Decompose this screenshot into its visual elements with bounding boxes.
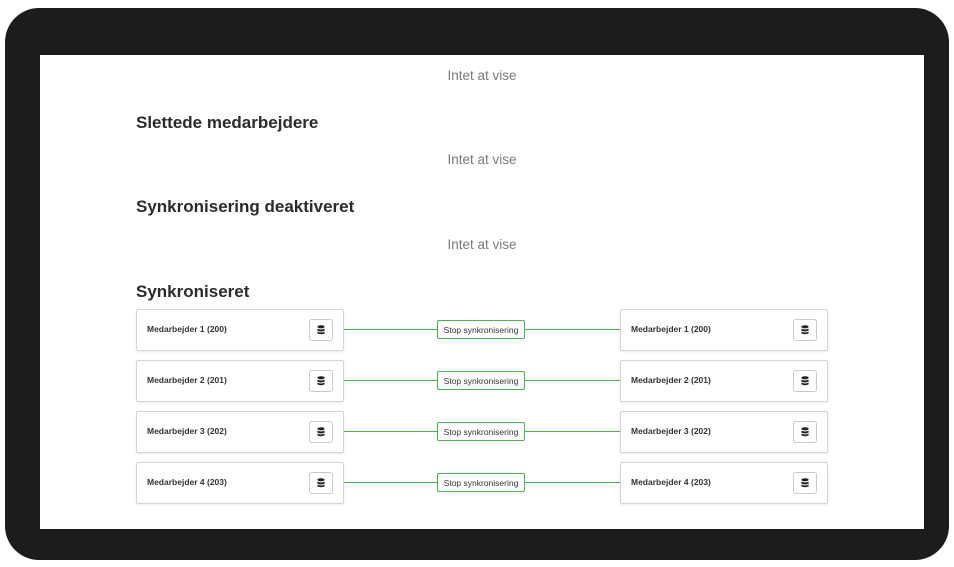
screen: Intet at vise Slettede medarbejdere Inte… <box>40 55 924 529</box>
device-frame: Intet at vise Slettede medarbejdere Inte… <box>5 8 949 560</box>
employee-name: Medarbejder 3 (202) <box>631 426 711 436</box>
database-icon <box>801 325 809 335</box>
employee-card-left: Medarbejder 3 (202) <box>136 411 344 453</box>
database-icon <box>317 427 325 437</box>
employee-card-left: Medarbejder 4 (203) <box>136 462 344 504</box>
database-button[interactable] <box>309 319 333 341</box>
database-icon <box>317 478 325 488</box>
database-button[interactable] <box>793 421 817 443</box>
sync-row: Medarbejder 4 (203) Stop synkronisering … <box>136 462 828 504</box>
database-button[interactable] <box>793 319 817 341</box>
employee-card-right: Medarbejder 1 (200) <box>620 309 828 351</box>
database-icon <box>801 427 809 437</box>
employee-name: Medarbejder 1 (200) <box>631 324 711 334</box>
empty-state-text: Intet at vise <box>447 68 517 83</box>
database-button[interactable] <box>309 370 333 392</box>
section-title-synced: Synkroniseret <box>136 282 250 301</box>
employee-name: Medarbejder 2 (201) <box>147 375 227 385</box>
empty-state-text: Intet at vise <box>447 152 517 167</box>
stop-sync-button[interactable]: Stop synkronisering <box>437 371 525 390</box>
employee-card-left: Medarbejder 2 (201) <box>136 360 344 402</box>
database-icon <box>801 478 809 488</box>
empty-state-text: Intet at vise <box>447 237 517 252</box>
sync-row: Medarbejder 1 (200) Stop synkronisering … <box>136 309 828 351</box>
section-title-deleted: Slettede medarbejdere <box>136 113 319 132</box>
database-icon <box>317 325 325 335</box>
database-button[interactable] <box>793 370 817 392</box>
employee-name: Medarbejder 4 (203) <box>147 477 227 487</box>
stop-sync-button[interactable]: Stop synkronisering <box>437 473 525 492</box>
sync-row: Medarbejder 2 (201) Stop synkronisering … <box>136 360 828 402</box>
employee-name: Medarbejder 4 (203) <box>631 477 711 487</box>
employee-name: Medarbejder 2 (201) <box>631 375 711 385</box>
sync-row: Medarbejder 3 (202) Stop synkronisering … <box>136 411 828 453</box>
database-button[interactable] <box>309 472 333 494</box>
employee-name: Medarbejder 1 (200) <box>147 324 227 334</box>
employee-card-right: Medarbejder 4 (203) <box>620 462 828 504</box>
database-button[interactable] <box>793 472 817 494</box>
employee-card-right: Medarbejder 2 (201) <box>620 360 828 402</box>
employee-card-right: Medarbejder 3 (202) <box>620 411 828 453</box>
database-icon <box>317 376 325 386</box>
employee-name: Medarbejder 3 (202) <box>147 426 227 436</box>
stop-sync-button[interactable]: Stop synkronisering <box>437 422 525 441</box>
stop-sync-button[interactable]: Stop synkronisering <box>437 320 525 339</box>
employee-card-left: Medarbejder 1 (200) <box>136 309 344 351</box>
database-button[interactable] <box>309 421 333 443</box>
section-title-sync-disabled: Synkronisering deaktiveret <box>136 197 355 216</box>
database-icon <box>801 376 809 386</box>
